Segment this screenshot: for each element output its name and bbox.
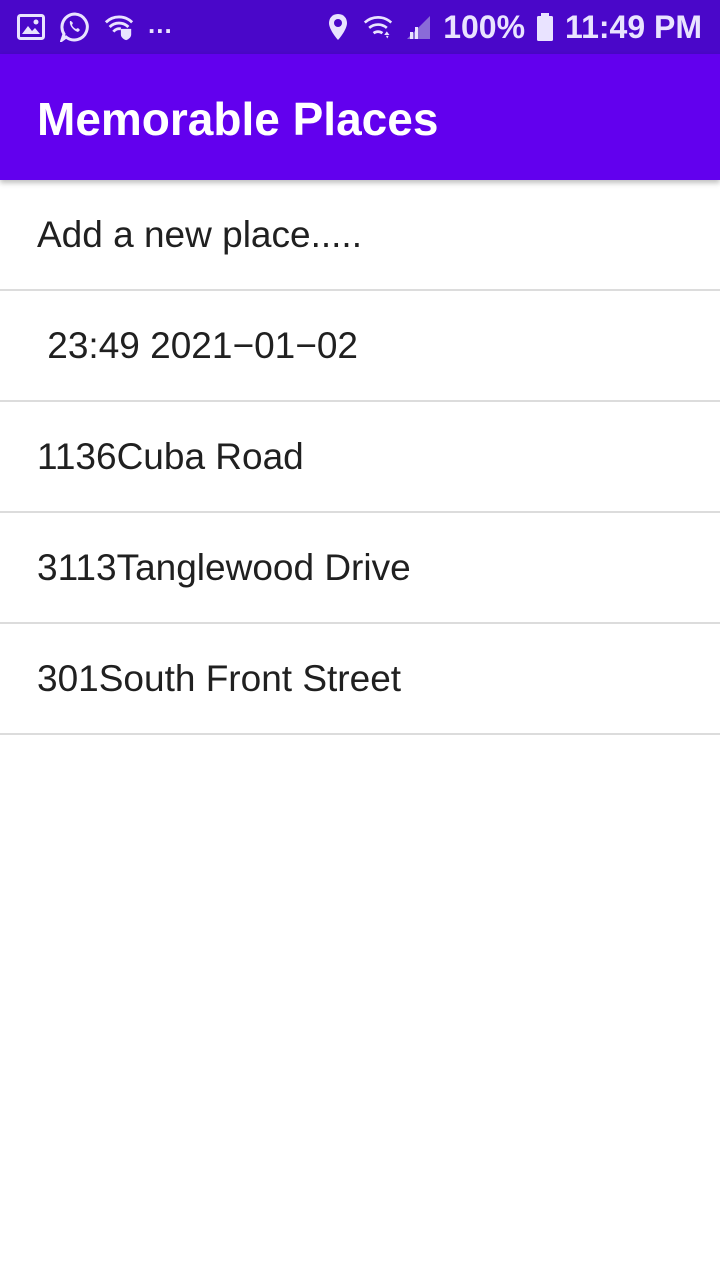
battery-icon [535,12,555,42]
status-bar: ... 100% 11:49 PM [0,0,720,54]
list-item[interactable]: 301South Front Street [0,624,720,735]
page-title: Memorable Places [37,93,439,145]
wifi-shield-icon [104,12,134,42]
battery-percent: 100% [443,8,526,45]
list-item[interactable]: 3113Tanglewood Drive [0,513,720,624]
app-bar: Memorable Places [0,54,720,180]
overflow-dots: ... [148,8,173,39]
status-left-group: ... [16,8,323,42]
wifi-icon [363,12,393,42]
status-right-group: 100% 11:49 PM [323,9,702,46]
clock: 11:49 PM [565,8,702,45]
location-icon [323,12,353,42]
list-item[interactable]: 1136Cuba Road [0,402,720,513]
list-item[interactable]: 23:49 2021−01−02 [0,291,720,402]
whatsapp-icon [60,12,90,42]
image-icon [16,12,46,42]
places-list: Add a new place..... 23:49 2021−01−02 11… [0,180,720,735]
list-item-add-new-place[interactable]: Add a new place..... [0,180,720,291]
signal-icon [403,12,433,42]
